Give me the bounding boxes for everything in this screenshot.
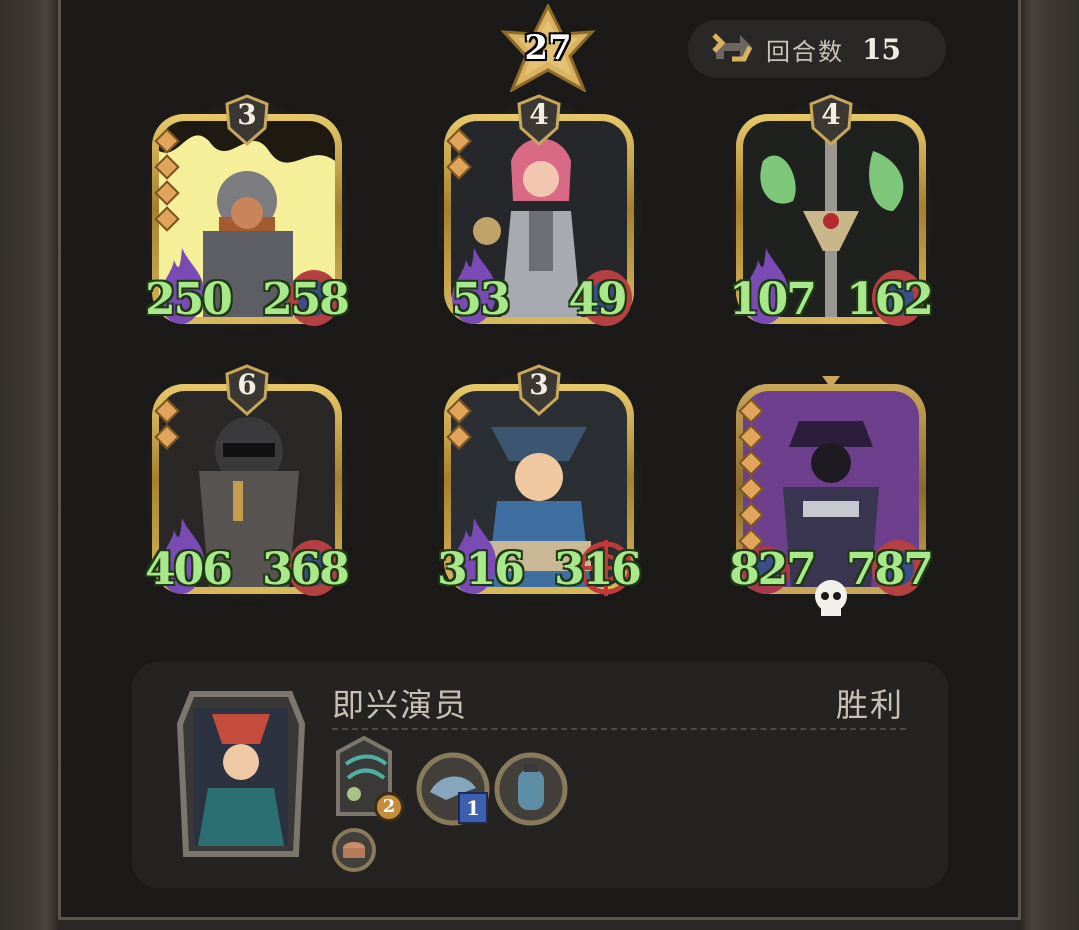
tier-number: 4 [529,98,549,131]
gem-icon [154,424,180,450]
gem-icon [154,180,180,206]
health-value: 49 [568,274,627,325]
bottle-token-icon[interactable] [494,752,568,826]
round-label: 回合数 [766,37,844,66]
unit-card-plague-hunter[interactable]: 827 787 [729,364,934,616]
health-value: 787 [846,544,934,595]
health-value: 162 [846,274,934,325]
unit-card-rose-knight[interactable]: 4 53 49 [436,94,642,334]
gem-stack [154,394,180,450]
tier-number: 3 [237,98,257,131]
gem-icon [154,398,180,424]
gem-stack [446,124,472,180]
unit-card-cursed-sword[interactable]: 4 107 162 [728,94,934,334]
relic-count-badge: 2 [374,792,404,822]
round-value: 15 [862,32,901,66]
gem-icon [154,154,180,180]
gem-icon [446,154,472,180]
gem-icon [446,398,472,424]
improv-actor-portrait-icon[interactable] [172,684,310,868]
health-value: 368 [262,544,350,595]
tier-number: 3 [529,368,549,401]
unit-card-shield-knight[interactable]: 6 406 368 [144,364,350,604]
attack-value: 107 [729,274,817,325]
attack-value: 316 [437,544,525,595]
swap-arrows-icon [712,33,753,62]
tier-number: 4 [821,98,841,131]
divider [332,728,906,730]
attack-value: 406 [145,544,233,595]
gem-icon [738,424,764,450]
health-value: 258 [262,274,350,325]
left-frame-border [0,0,58,930]
tier-number: 6 [237,368,257,401]
level-badge: 27 [500,4,596,92]
health-value: 316 [554,544,642,595]
attack-value: 250 [145,274,233,325]
opponent-name: 即兴演员 [332,686,469,724]
shark-count-badge: 1 [458,792,488,824]
round-counter: 回合数 15 [688,20,946,78]
attack-value: 53 [451,274,510,325]
gem-icon [738,450,764,476]
copper-pot-icon[interactable] [332,828,376,872]
battle-result: 胜利 [835,686,904,724]
gem-icon [446,424,472,450]
attack-value: 827 [729,544,817,595]
gem-icon [446,128,472,154]
unit-card-orc-warrior[interactable]: 3 250 258 [144,94,350,334]
gem-stack [154,124,180,232]
gem-icon [738,476,764,502]
gem-icon [154,206,180,232]
level-number: 27 [524,28,572,68]
gem-icon [738,398,764,424]
right-frame-border [1021,0,1079,930]
gem-icon [154,128,180,154]
opponent-info-panel: 即兴演员 胜利 2 1 [132,662,948,888]
gem-stack [446,394,472,450]
unit-card-sailor-boy[interactable]: 3 316 316 [436,364,642,604]
